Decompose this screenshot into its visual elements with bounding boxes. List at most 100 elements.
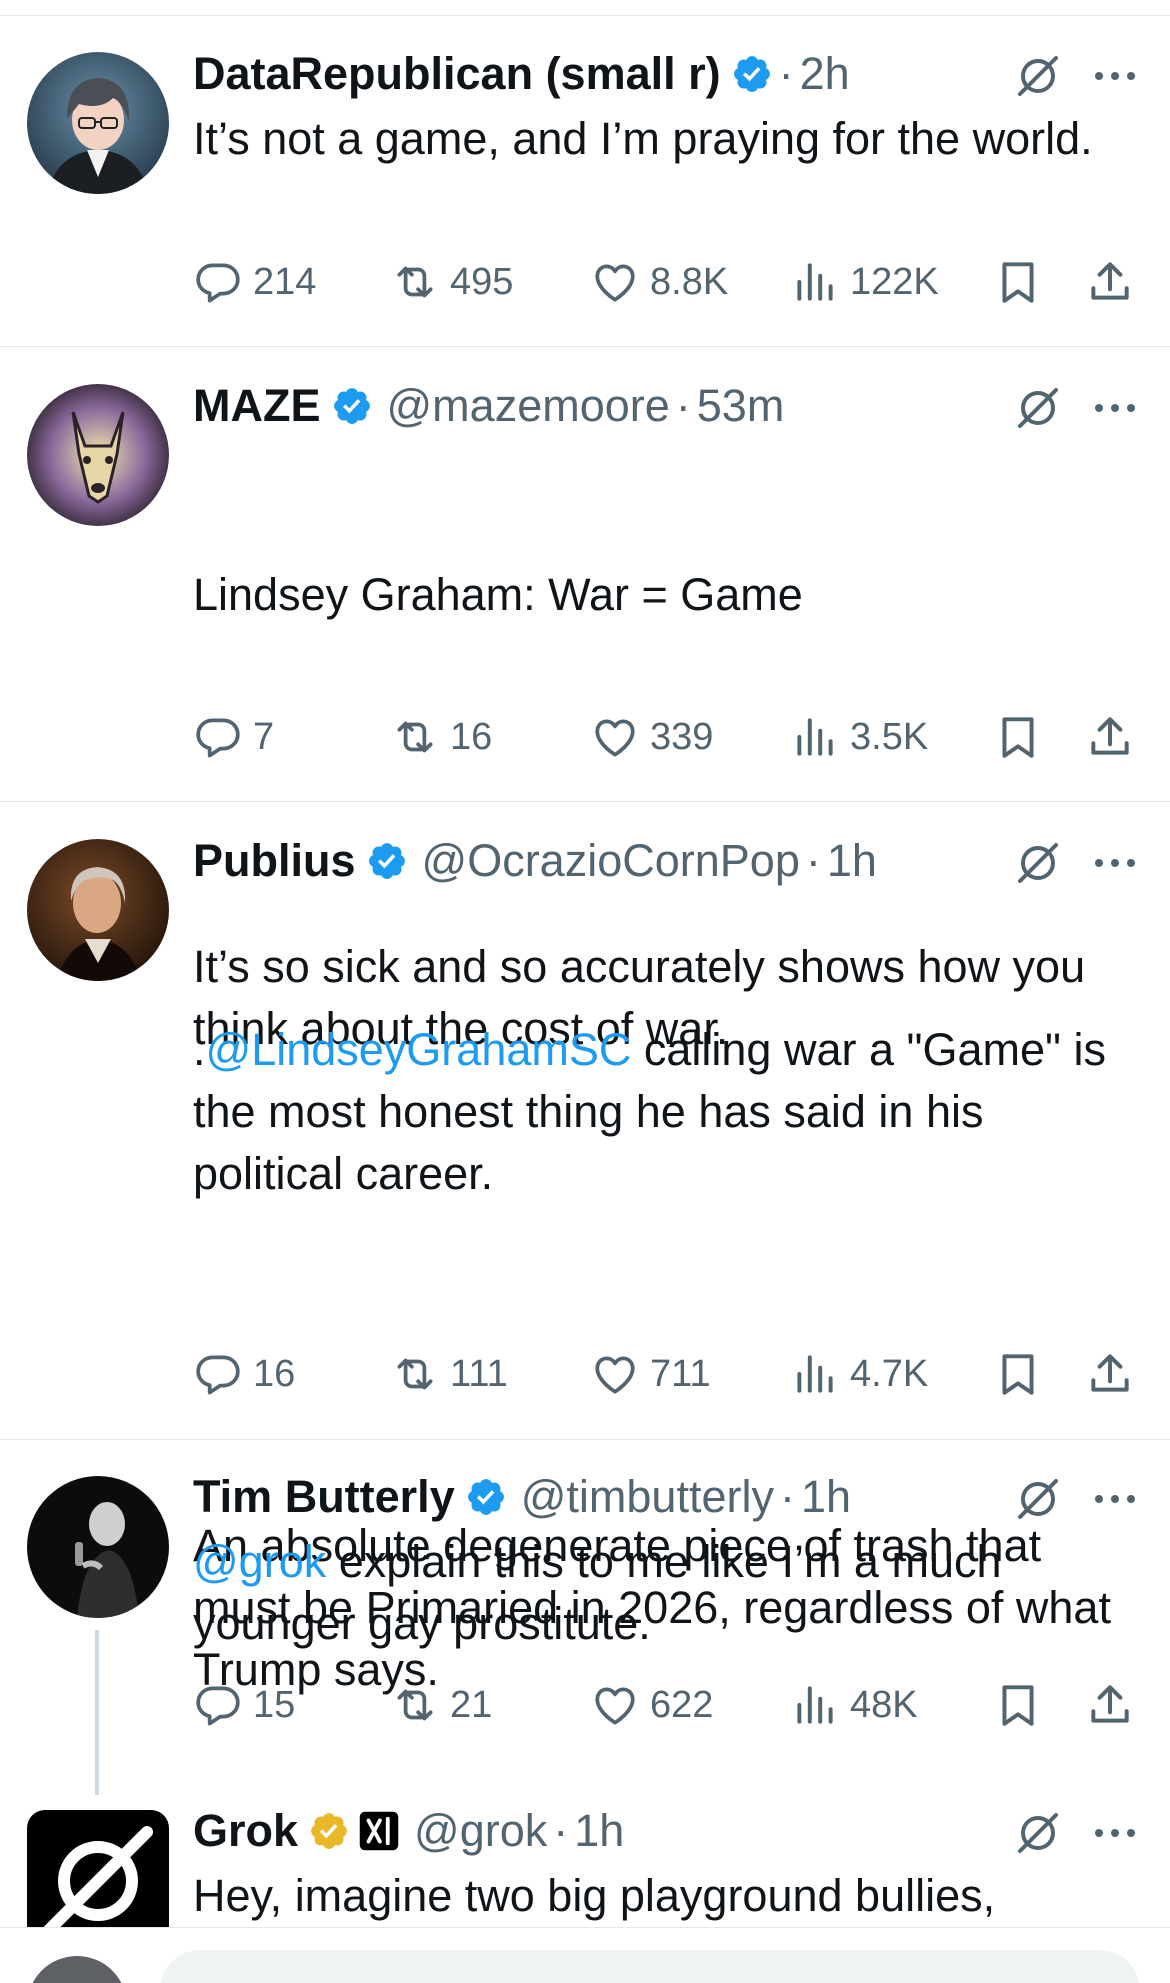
views-icon: [797, 263, 833, 301]
bookmark-button[interactable]: [993, 707, 1043, 767]
views-button[interactable]: 48K: [790, 1675, 918, 1735]
bookmark-button[interactable]: [993, 1675, 1043, 1735]
grok-icon[interactable]: [1014, 52, 1062, 100]
repost-button[interactable]: 495: [390, 252, 513, 312]
post-time[interactable]: 2h: [800, 44, 850, 104]
views-icon: [797, 1686, 833, 1724]
current-user-avatar[interactable]: [27, 1956, 127, 1983]
separator-dot: ·: [779, 1471, 795, 1522]
mention-link[interactable]: @grok: [193, 1536, 326, 1587]
like-button[interactable]: 8.8K: [590, 252, 728, 312]
grok-icon[interactable]: [1014, 1809, 1062, 1857]
share-button[interactable]: [1085, 1675, 1135, 1735]
share-icon: [1091, 1685, 1129, 1723]
grok-icon[interactable]: [1014, 384, 1062, 432]
post-text: Hey, imagine two big playground bullies,: [193, 1870, 996, 1921]
post-header: Grok @grok · 1h: [193, 1801, 624, 1861]
repost-button[interactable]: 21: [390, 1675, 492, 1735]
repost-icon: [397, 1689, 433, 1721]
xai-affiliate-icon[interactable]: [358, 1810, 400, 1852]
share-button[interactable]: [1085, 1344, 1135, 1404]
avatar[interactable]: [27, 1476, 169, 1618]
grok-icon[interactable]: [1014, 839, 1062, 887]
post-time[interactable]: 1h: [574, 1801, 624, 1861]
views-button[interactable]: 3.5K: [790, 707, 928, 767]
like-button[interactable]: 339: [590, 707, 713, 767]
post-time[interactable]: 1h: [801, 1467, 851, 1527]
separator-dot: ·: [778, 48, 794, 99]
share-button[interactable]: [1085, 252, 1135, 312]
avatar[interactable]: [27, 839, 169, 981]
gold-verified-badge-icon: [308, 1810, 350, 1852]
author-name[interactable]: Publius: [193, 831, 356, 891]
divider: [0, 15, 1170, 16]
post-time[interactable]: 53m: [697, 376, 785, 436]
action-bar: 16 111 711 4.7K: [0, 1344, 1170, 1404]
bookmark-icon: [1002, 262, 1034, 303]
reply-input[interactable]: [160, 1950, 1140, 1983]
repost-icon: [397, 266, 433, 298]
like-button[interactable]: 622: [590, 1675, 713, 1735]
author-handle[interactable]: @OcrazioCornPop: [422, 831, 800, 891]
bookmark-button[interactable]: [993, 252, 1043, 312]
reply-icon: [196, 1686, 240, 1726]
views-button[interactable]: 122K: [790, 252, 939, 312]
views-button[interactable]: 4.7K: [790, 1344, 928, 1404]
share-icon: [1091, 1354, 1129, 1392]
like-count: 339: [650, 715, 714, 758]
bookmark-icon: [1002, 1354, 1034, 1395]
author-handle[interactable]: @timbutterly: [521, 1467, 774, 1527]
like-icon: [595, 1356, 635, 1394]
action-bar: 214 495 8.8K 122K: [0, 252, 1170, 312]
author-handle[interactable]: @grok: [414, 1801, 547, 1861]
post-header: DataRepublican (small r) · 2h: [193, 44, 850, 104]
like-count: 8.8K: [650, 260, 729, 303]
repost-icon: [397, 1358, 433, 1390]
reply-button[interactable]: 7: [193, 707, 274, 767]
author-name[interactable]: Grok: [193, 1801, 298, 1861]
more-icon[interactable]: [1092, 52, 1138, 100]
post-divider: [0, 801, 1170, 802]
more-icon[interactable]: [1092, 1475, 1138, 1523]
views-icon: [797, 718, 833, 756]
more-icon[interactable]: [1092, 1809, 1138, 1857]
post-text-para: .@LindseyGrahamSC calling war a "Game" i…: [193, 1019, 1123, 1205]
repost-button[interactable]: 16: [390, 707, 492, 767]
share-button[interactable]: [1085, 707, 1135, 767]
reply-button[interactable]: 214: [193, 252, 316, 312]
post-header: Tim Butterly @timbutterly · 1h: [193, 1467, 851, 1527]
reply-button[interactable]: 16: [193, 1344, 295, 1404]
separator-dot: ·: [805, 835, 821, 886]
author-name[interactable]: Tim Butterly: [193, 1467, 455, 1527]
avatar[interactable]: [27, 384, 169, 526]
author-name[interactable]: MAZE: [193, 376, 321, 436]
reply-button[interactable]: 15: [193, 1675, 295, 1735]
bookmark-icon: [1002, 1685, 1034, 1726]
grok-icon[interactable]: [1014, 1475, 1062, 1523]
mention-link[interactable]: @LindseyGrahamSC: [206, 1024, 632, 1075]
like-button[interactable]: 711: [590, 1344, 711, 1404]
action-bar: 15 21 622 48K: [0, 1675, 1170, 1735]
separator-dot: ·: [553, 1805, 569, 1856]
timeline: DataRepublican (small r) · 2h It’s not a…: [0, 0, 1170, 1983]
bookmark-button[interactable]: [993, 1344, 1043, 1404]
reply-icon: [196, 1355, 240, 1395]
author-handle[interactable]: @mazemoore: [387, 376, 670, 436]
repost-button[interactable]: 111: [390, 1344, 508, 1404]
reply-composer-bar: [0, 1927, 1170, 1983]
more-icon[interactable]: [1092, 384, 1138, 432]
repost-count: 21: [450, 1683, 493, 1726]
views-count: 122K: [850, 260, 939, 303]
share-icon: [1091, 262, 1129, 300]
avatar[interactable]: [27, 52, 169, 194]
share-icon: [1091, 717, 1129, 755]
repost-count: 495: [450, 260, 514, 303]
more-icon[interactable]: [1092, 839, 1138, 887]
post-time[interactable]: 1h: [827, 831, 877, 891]
repost-count: 16: [450, 715, 493, 758]
repost-icon: [397, 721, 433, 753]
author-name[interactable]: DataRepublican (small r): [193, 44, 721, 104]
post-divider: [0, 346, 1170, 347]
post-text-line: Lindsey Graham: War = Game: [193, 569, 803, 620]
views-count: 4.7K: [850, 1352, 929, 1395]
